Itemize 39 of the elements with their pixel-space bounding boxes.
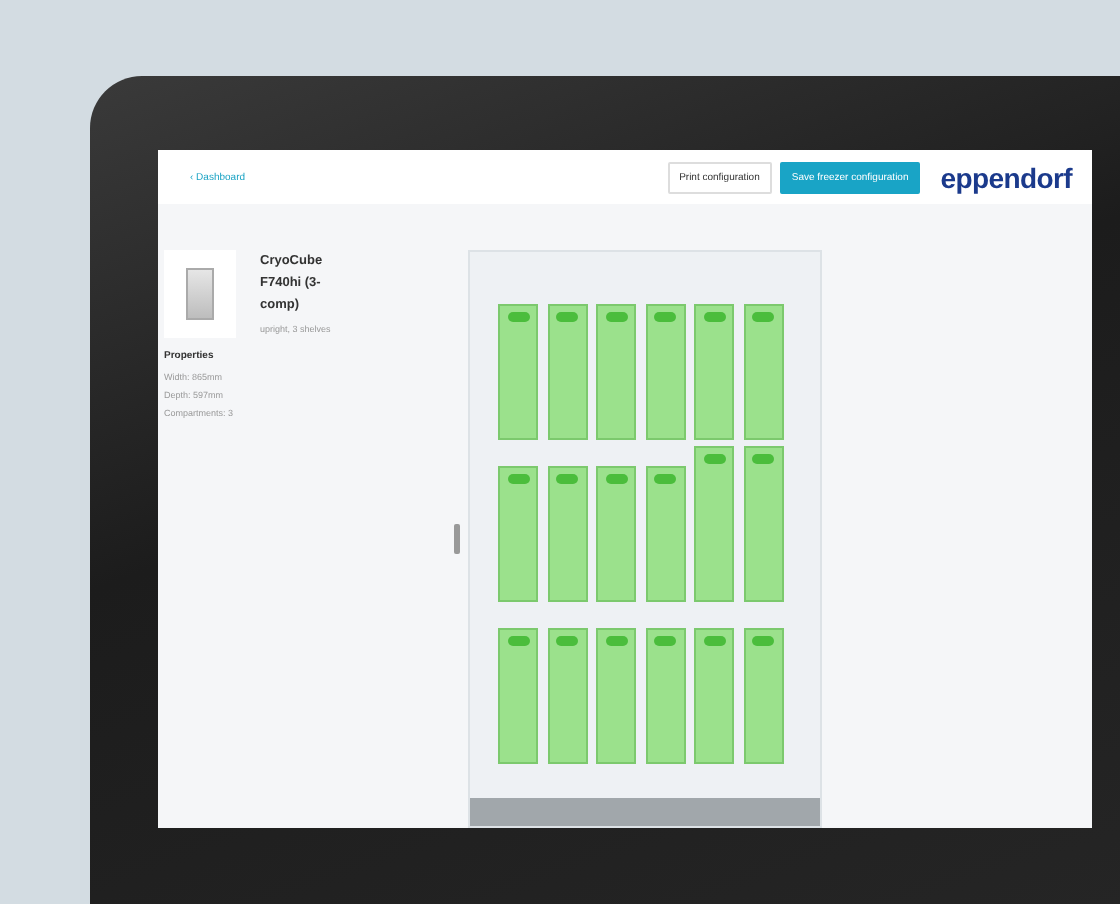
rack[interactable] — [547, 466, 587, 602]
rack-badge — [654, 312, 676, 322]
rack-badge — [507, 312, 529, 322]
rack[interactable] — [645, 466, 685, 602]
rack[interactable] — [743, 304, 783, 440]
rack[interactable] — [694, 446, 734, 602]
rack-badge — [654, 474, 676, 484]
rack-badge — [556, 636, 578, 646]
rack[interactable] — [498, 304, 538, 440]
rack[interactable] — [694, 628, 734, 764]
freezer-thumbnail — [164, 250, 236, 338]
rack-badge — [507, 474, 529, 484]
brand-logo: eppendorf — [940, 161, 1072, 193]
rack[interactable] — [547, 628, 587, 764]
rack[interactable] — [596, 466, 636, 602]
rack-badge — [703, 636, 725, 646]
rack[interactable] — [645, 304, 685, 440]
rack-badge — [703, 312, 725, 322]
rack-badge — [605, 312, 627, 322]
rack[interactable] — [596, 304, 636, 440]
rack[interactable] — [547, 304, 587, 440]
rack-badge — [752, 636, 774, 646]
rack-badge — [703, 454, 725, 464]
rack-badge — [752, 312, 774, 322]
rack[interactable] — [743, 446, 783, 602]
rack-badge — [556, 474, 578, 484]
rack[interactable] — [743, 628, 783, 764]
rack[interactable] — [498, 466, 538, 602]
rack[interactable] — [596, 628, 636, 764]
rack[interactable] — [694, 304, 734, 440]
rack-badge — [507, 636, 529, 646]
rack[interactable] — [498, 628, 538, 764]
rack-badge — [605, 474, 627, 484]
rack[interactable] — [645, 628, 685, 764]
rack-badge — [605, 636, 627, 646]
rack-badge — [556, 312, 578, 322]
rack-badge — [654, 636, 676, 646]
rack-badge — [752, 454, 774, 464]
resize-handle[interactable] — [454, 524, 460, 554]
